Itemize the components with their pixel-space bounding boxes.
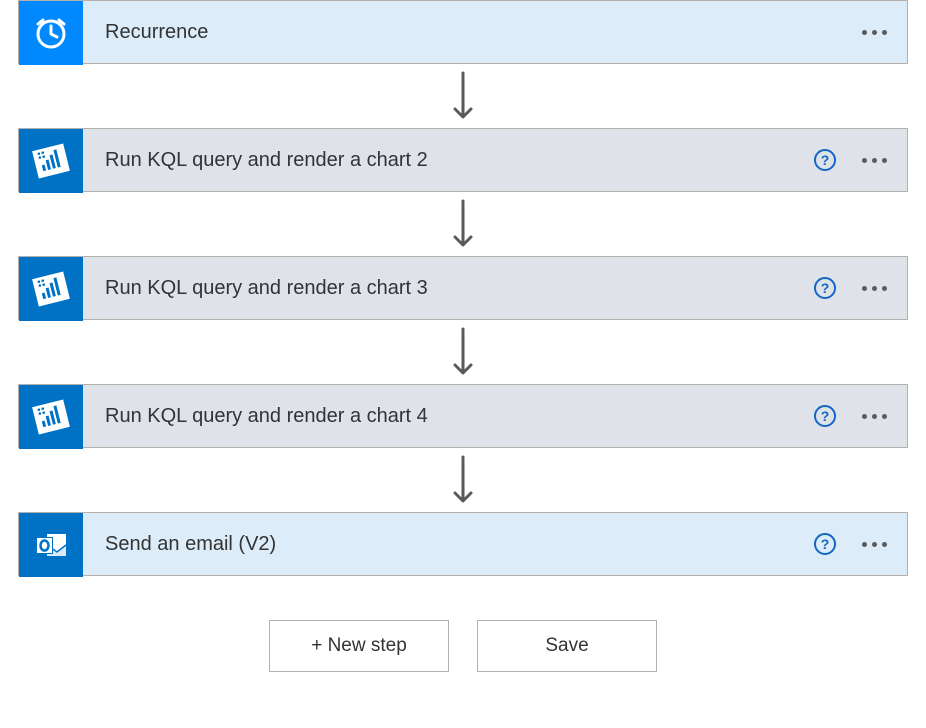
step-title: Run KQL query and render a chart 3 — [83, 257, 814, 319]
flow-canvas: Recurrence — [0, 0, 926, 696]
arrow-down-icon — [452, 192, 474, 256]
step-title: Send an email (V2) — [83, 513, 814, 575]
outlook-icon — [19, 513, 83, 577]
help-icon[interactable]: ? — [814, 149, 836, 171]
clock-icon — [19, 1, 83, 65]
new-step-button[interactable]: + New step — [269, 620, 449, 672]
more-options-button[interactable] — [860, 152, 889, 169]
monitor-icon — [19, 257, 83, 321]
monitor-icon — [19, 129, 83, 193]
step-actions: ? — [814, 257, 907, 319]
help-icon[interactable]: ? — [814, 533, 836, 555]
button-row: + New step Save — [269, 620, 657, 672]
more-options-button[interactable] — [860, 280, 889, 297]
step-actions: ? — [814, 129, 907, 191]
step-title: Recurrence — [83, 1, 860, 63]
arrow-down-icon — [452, 64, 474, 128]
monitor-icon — [19, 385, 83, 449]
step-title: Run KQL query and render a chart 2 — [83, 129, 814, 191]
step-recurrence[interactable]: Recurrence — [18, 0, 908, 64]
more-options-button[interactable] — [860, 536, 889, 553]
arrow-down-icon — [452, 448, 474, 512]
more-options-button[interactable] — [860, 24, 889, 41]
step-send-email[interactable]: Send an email (V2) ? — [18, 512, 908, 576]
help-icon[interactable]: ? — [814, 405, 836, 427]
save-button[interactable]: Save — [477, 620, 657, 672]
step-kql-3[interactable]: Run KQL query and render a chart 3 ? — [18, 256, 908, 320]
step-kql-2[interactable]: Run KQL query and render a chart 2 ? — [18, 128, 908, 192]
step-actions — [860, 1, 907, 63]
step-actions: ? — [814, 385, 907, 447]
arrow-down-icon — [452, 320, 474, 384]
more-options-button[interactable] — [860, 408, 889, 425]
help-icon[interactable]: ? — [814, 277, 836, 299]
step-kql-4[interactable]: Run KQL query and render a chart 4 ? — [18, 384, 908, 448]
step-actions: ? — [814, 513, 907, 575]
step-title: Run KQL query and render a chart 4 — [83, 385, 814, 447]
